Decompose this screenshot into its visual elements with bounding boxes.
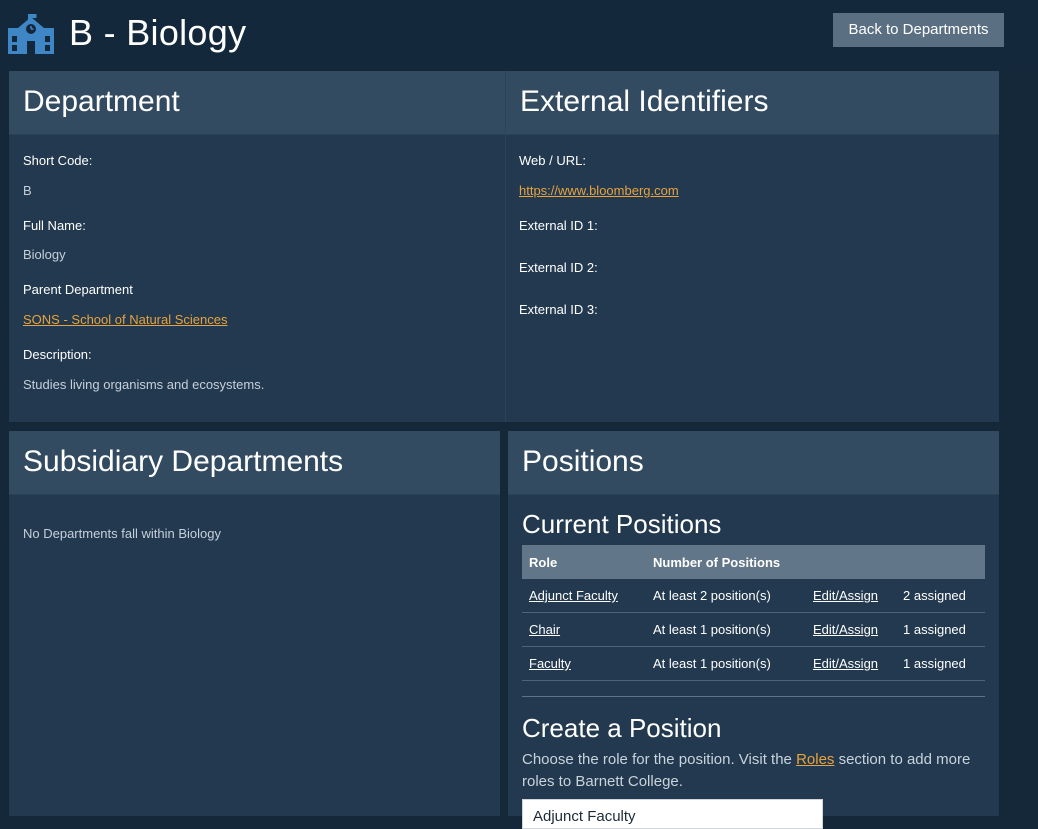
description-value: Studies living organisms and ecosystems. (23, 377, 265, 392)
column-header-number: Number of Positions (646, 545, 806, 579)
school-building-icon (8, 14, 54, 54)
section-divider (522, 696, 985, 697)
position-count: At least 1 position(s) (646, 646, 806, 681)
position-count: At least 2 position(s) (646, 579, 806, 613)
back-to-departments-button[interactable]: Back to Departments (833, 13, 1004, 47)
table-row: Chair At least 1 position(s) Edit/Assign… (522, 612, 985, 647)
role-link[interactable]: Adjunct Faculty (529, 588, 618, 603)
positions-table-header: Role Number of Positions (522, 545, 985, 579)
help-text-start: Choose the role for the position. Visit … (522, 751, 797, 768)
external-id-1-label: External ID 1: (519, 218, 598, 233)
column-header-role: Role (522, 545, 646, 579)
parent-department-link[interactable]: SONS - School of Natural Sciences (23, 312, 227, 327)
table-row: Faculty At least 1 position(s) Edit/Assi… (522, 646, 985, 681)
positions-table: Role Number of Positions Adjunct Faculty… (522, 545, 985, 681)
right-gutter (1000, 70, 1038, 816)
assigned-count: 1 assigned (896, 612, 985, 647)
create-position-help: Choose the role for the position. Visit … (522, 749, 972, 793)
external-identifiers-header: External Identifiers (506, 71, 999, 135)
edit-assign-link[interactable]: Edit/Assign (813, 588, 878, 603)
assigned-count: 2 assigned (896, 579, 985, 613)
web-url-link[interactable]: https://www.bloomberg.com (519, 183, 679, 198)
department-card-header: Department (9, 71, 505, 135)
role-link[interactable]: Faculty (529, 656, 571, 671)
external-id-3-label: External ID 3: (519, 302, 598, 317)
position-count: At least 1 position(s) (646, 612, 806, 647)
column-header-assigned (896, 545, 985, 579)
subsidiary-departments-card: Subsidiary Departments No Departments fa… (9, 431, 500, 816)
column-header-action (806, 545, 896, 579)
external-id-2-label: External ID 2: (519, 260, 598, 275)
subsidiary-departments-heading: Subsidiary Departments (23, 445, 344, 478)
positions-heading: Positions (522, 445, 644, 478)
short-code-label: Short Code: (23, 153, 93, 168)
assigned-count: 1 assigned (896, 646, 985, 681)
description-label: Description: (23, 347, 92, 362)
external-identifiers-card: External Identifiers Web / URL: https://… (505, 71, 999, 422)
role-select[interactable]: Adjunct Faculty (522, 799, 823, 829)
parent-department-label: Parent Department (23, 282, 133, 297)
short-code-value: B (23, 183, 32, 198)
external-identifiers-heading: External Identifiers (520, 85, 769, 118)
roles-link[interactable]: Roles (796, 751, 834, 768)
edit-assign-link[interactable]: Edit/Assign (813, 622, 878, 637)
department-card: Department Short Code: B Full Name: Biol… (9, 71, 505, 422)
page-title: B - Biology (69, 12, 247, 53)
web-url-label: Web / URL: (519, 153, 586, 168)
full-name-value: Biology (23, 247, 66, 262)
top-bar: B - Biology Back to Departments (0, 0, 1038, 70)
full-name-label: Full Name: (23, 218, 86, 233)
edit-assign-link[interactable]: Edit/Assign (813, 656, 878, 671)
positions-header: Positions (508, 431, 999, 495)
no-subsidiary-message: No Departments fall within Biology (23, 526, 221, 541)
subsidiary-departments-header: Subsidiary Departments (9, 431, 500, 495)
current-positions-heading: Current Positions (522, 509, 722, 539)
positions-card: Positions Current Positions Role Number … (508, 431, 999, 829)
department-heading: Department (23, 85, 180, 118)
role-link[interactable]: Chair (529, 622, 560, 637)
create-position-heading: Create a Position (522, 713, 722, 743)
table-row: Adjunct Faculty At least 2 position(s) E… (522, 579, 985, 613)
